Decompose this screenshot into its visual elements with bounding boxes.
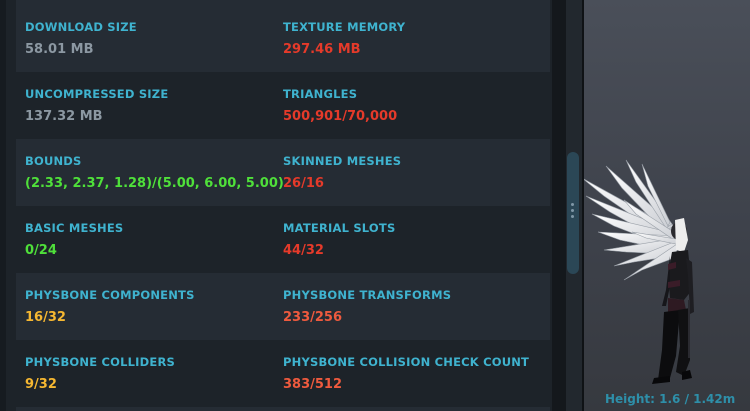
stat-value: 9/32 xyxy=(25,377,57,392)
stat-label: PHYSBONE COLLIDERS xyxy=(25,355,175,369)
avatar-performance-window: DOWNLOAD SIZE 58.01 MB TEXTURE MEMORY 29… xyxy=(0,0,750,411)
stats-row: BOUNDS (2.33, 2.37, 1.28)/(5.00, 6.00, 5… xyxy=(16,139,550,206)
avatar-height-label: Height: 1.6 / 1.42m xyxy=(605,392,736,406)
wing-feathers xyxy=(584,159,683,281)
stat-value: (2.33, 2.37, 1.28)/(5.00, 6.00, 5.00) xyxy=(25,176,284,191)
stats-row-partial xyxy=(16,407,550,411)
stat-value: 58.01 MB xyxy=(25,42,94,57)
stat-value: 137.32 MB xyxy=(25,109,103,124)
stat-label: BOUNDS xyxy=(25,154,82,168)
avatar-model xyxy=(584,159,694,384)
stats-row: UNCOMPRESSED SIZE 137.32 MB TRIANGLES 50… xyxy=(16,72,550,139)
stat-value: 500,901/70,000 xyxy=(283,109,398,124)
stat-value: 16/32 xyxy=(25,310,66,325)
stat-label: PHYSBONE COLLISION CHECK COUNT xyxy=(283,355,530,369)
stat-label: TRIANGLES xyxy=(283,87,358,101)
stat-value: 44/32 xyxy=(283,243,324,258)
stat-value: 297.46 MB xyxy=(283,42,361,57)
stat-value: 233/256 xyxy=(283,310,343,325)
stat-label: PHYSBONE TRANSFORMS xyxy=(283,288,452,302)
panel-edge xyxy=(0,0,6,411)
stat-label: SKINNED MESHES xyxy=(283,154,402,168)
stats-row: PHYSBONE COMPONENTS 16/32 PHYSBONE TRANS… xyxy=(16,273,550,340)
stat-value: 26/16 xyxy=(283,176,324,191)
stat-label: TEXTURE MEMORY xyxy=(283,20,406,34)
stat-label: MATERIAL SLOTS xyxy=(283,221,396,235)
stat-label: DOWNLOAD SIZE xyxy=(25,20,137,34)
stats-grid: DOWNLOAD SIZE 58.01 MB TEXTURE MEMORY 29… xyxy=(16,0,550,411)
panel-divider xyxy=(552,0,566,411)
stats-row: PHYSBONE COLLIDERS 9/32 PHYSBONE COLLISI… xyxy=(16,340,550,407)
drag-handle-icon[interactable] xyxy=(571,203,575,219)
stat-value: 383/512 xyxy=(283,377,343,392)
stats-row: BASIC MESHES 0/24 MATERIAL SLOTS 44/32 xyxy=(16,206,550,273)
stat-label: BASIC MESHES xyxy=(25,221,124,235)
performance-stats-panel: DOWNLOAD SIZE 58.01 MB TEXTURE MEMORY 29… xyxy=(0,0,552,411)
avatar-preview-viewport[interactable]: Height: 1.6 / 1.42m xyxy=(584,0,750,411)
stats-row: DOWNLOAD SIZE 58.01 MB TEXTURE MEMORY 29… xyxy=(16,0,550,72)
stat-value: 0/24 xyxy=(25,243,57,258)
stat-label: PHYSBONE COMPONENTS xyxy=(25,288,195,302)
stat-label: UNCOMPRESSED SIZE xyxy=(25,87,169,101)
